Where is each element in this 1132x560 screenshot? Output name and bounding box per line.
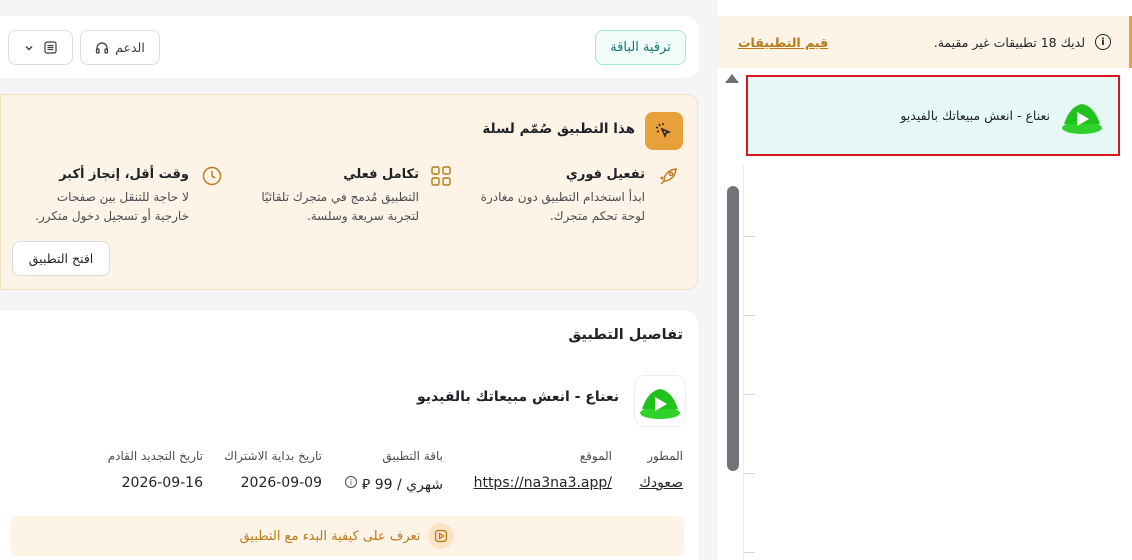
rate-apps-link[interactable]: قيم التطبيقات xyxy=(738,35,828,50)
app-logo xyxy=(635,376,685,426)
feature-desc: خارجية أو تسجيل دخول متكرر. xyxy=(35,209,189,224)
open-app-button[interactable]: افتح التطبيق xyxy=(12,241,110,276)
salla-promo-card: هذا التطبيق صُمّم لسلة تفعيل فوري ابدأ ا… xyxy=(0,94,698,290)
meta-label-developer: المطور xyxy=(647,449,683,463)
rocket-icon xyxy=(659,168,677,185)
feature-title: وقت أقل، إنجاز أكبر xyxy=(59,167,189,182)
notice-text: لديك 18 تطبيقات غير مقيمة. xyxy=(933,34,1085,50)
support-label: الدعم xyxy=(115,40,145,55)
timeline-tick xyxy=(743,315,755,316)
meta-label-website: الموقع xyxy=(579,449,612,463)
upgrade-plan-button[interactable]: ترقية الباقة xyxy=(595,30,686,65)
getting-started-guide-button[interactable]: تعرف على كيفية البدء مع التطبيق xyxy=(10,516,684,556)
feature-instant-activation: تفعيل فوري ابدأ استخدام التطبيق دون مغاد… xyxy=(425,167,645,226)
timeline-tick xyxy=(743,552,755,553)
developer-link[interactable]: صعودك xyxy=(639,475,683,491)
cursor-click-icon xyxy=(645,112,683,150)
app-details-card: تفاصيل التطبيق نعناع - انعش مبيعاتك بالف… xyxy=(0,311,698,560)
unrated-apps-notice: i لديك 18 تطبيقات غير مقيمة. قيم التطبيق… xyxy=(718,16,1132,68)
timeline-tick xyxy=(743,236,755,237)
promo-title: هذا التطبيق صُمّم لسلة xyxy=(482,121,635,137)
options-dropdown-button[interactable] xyxy=(8,30,73,65)
details-title: تفاصيل التطبيق xyxy=(568,327,683,343)
top-bar: ترقية الباقة الدعم xyxy=(0,16,699,78)
chevron-down-icon xyxy=(25,45,33,50)
clock-icon xyxy=(202,166,222,186)
video-play-icon xyxy=(428,523,455,549)
feature-desc: ابدأ استخدام التطبيق دون مغادرة xyxy=(480,190,645,204)
renewal-date-value: 2026-09-16 xyxy=(121,475,203,491)
timeline-tick xyxy=(743,394,755,395)
sidebar-divider xyxy=(743,165,744,560)
feature-real-integration: تكامل فعلي التطبيق مُدمج في متجرك تلقائي… xyxy=(199,167,419,226)
meta-label-renewal-date: تاريخ التجديد القادم xyxy=(107,449,203,463)
website-link[interactable]: https://na3na3.app/ xyxy=(474,475,612,491)
feature-less-time: وقت أقل، إنجاز أكبر لا حاجة للتنقل بين ص… xyxy=(0,167,189,226)
feature-desc: لوحة تحكم متجرك. xyxy=(549,209,645,224)
sidebar-app-name: نعناع - انعش مبيعاتك بالفيديو xyxy=(900,108,1050,123)
details-app-name: نعناع - انعش مبيعاتك بالفيديو xyxy=(417,389,619,405)
headphones-icon xyxy=(96,41,109,54)
sidebar-app-item[interactable]: نعناع - انعش مبيعاتك بالفيديو xyxy=(746,75,1120,156)
meta-label-plan: باقة التطبيق xyxy=(382,449,443,463)
start-date-value: 2026-09-09 xyxy=(240,475,322,491)
plan-value: شهري / 99 ⃁ xyxy=(361,477,443,493)
info-icon: i xyxy=(1095,34,1111,50)
feature-desc: لا حاجة للتنقل بين صفحات xyxy=(56,190,189,204)
scroll-up-arrow-icon[interactable] xyxy=(725,74,739,83)
feature-desc: التطبيق مُدمج في متجرك تلقائيًا xyxy=(261,190,419,204)
plan-info-icon[interactable]: i xyxy=(345,476,357,488)
app-logo-icon xyxy=(1062,103,1102,134)
feature-title: تكامل فعلي xyxy=(343,167,419,182)
support-button[interactable]: الدعم xyxy=(80,30,160,65)
meta-label-start-date: تاريخ بداية الاشتراك xyxy=(224,449,322,463)
scrollbar-thumb[interactable] xyxy=(727,186,739,471)
feature-desc: لتجربة سريعة وسلسة. xyxy=(306,209,419,224)
guide-text: تعرف على كيفية البدء مع التطبيق xyxy=(239,528,421,544)
grid-apps-icon xyxy=(431,166,451,186)
list-icon xyxy=(44,41,57,54)
app-logo-icon xyxy=(640,389,680,419)
timeline-tick xyxy=(743,473,755,474)
feature-title: تفعيل فوري xyxy=(565,167,645,182)
